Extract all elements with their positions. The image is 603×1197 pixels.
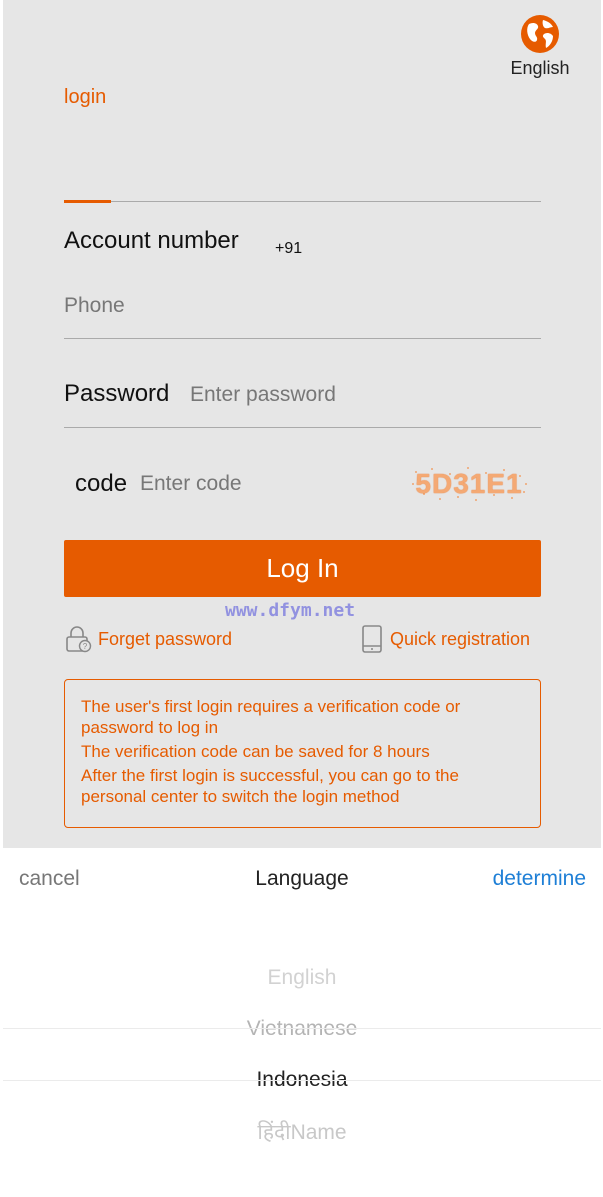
tab-login[interactable]: login	[64, 86, 106, 109]
picker-selection-bottom-line	[3, 1080, 601, 1081]
forget-password-link[interactable]: ? Forget password	[64, 624, 232, 654]
language-picker-sheet: cancel Language determine English Vietna…	[3, 848, 601, 1197]
svg-text:?: ?	[83, 642, 88, 651]
quick-registration-label: Quick registration	[390, 628, 531, 649]
quick-registration-link[interactable]: Quick registration	[360, 624, 530, 654]
notice-line: After the first login is successful, you…	[81, 766, 459, 806]
watermark: www.dfym.net	[225, 600, 356, 621]
login-notice: The user's first login requires a verifi…	[64, 679, 541, 828]
determine-button[interactable]: determine	[493, 867, 586, 891]
account-label: Account number	[64, 227, 239, 254]
notice-line: The user's first login requires a verifi…	[81, 697, 461, 737]
code-label: code	[75, 470, 128, 497]
forget-password-label: Forget password	[98, 628, 233, 649]
password-label: Password	[64, 380, 170, 407]
picker-selection-top-line	[3, 1028, 601, 1029]
language-label: English	[510, 58, 570, 78]
picker-option-vietnamese[interactable]: Vietnamese	[3, 1017, 601, 1041]
picker-toolbar: cancel Language determine	[3, 848, 601, 910]
picker-option-english[interactable]: English	[3, 966, 601, 990]
phone-input[interactable]	[64, 292, 534, 320]
phone-icon	[362, 625, 382, 653]
captcha-text: 5D31E1	[415, 468, 523, 499]
picker-option-hindi[interactable]: हिंदीName	[3, 1118, 601, 1146]
tab-active-indicator	[64, 200, 111, 203]
notice-line: The verification code can be saved for 8…	[81, 742, 430, 761]
country-code[interactable]: +91	[275, 240, 302, 258]
language-switch[interactable]: English	[509, 14, 571, 79]
tab-divider	[64, 201, 541, 202]
globe-icon	[521, 15, 559, 53]
password-input[interactable]	[190, 381, 535, 409]
login-page: English login Account number +91 Passwor…	[3, 0, 601, 848]
login-button[interactable]: Log In	[64, 540, 541, 597]
password-divider	[64, 427, 541, 428]
phone-divider	[64, 338, 541, 339]
lock-question-icon: ?	[66, 626, 92, 653]
captcha-image[interactable]: 5D31E1	[410, 464, 528, 504]
code-input[interactable]	[140, 470, 400, 498]
